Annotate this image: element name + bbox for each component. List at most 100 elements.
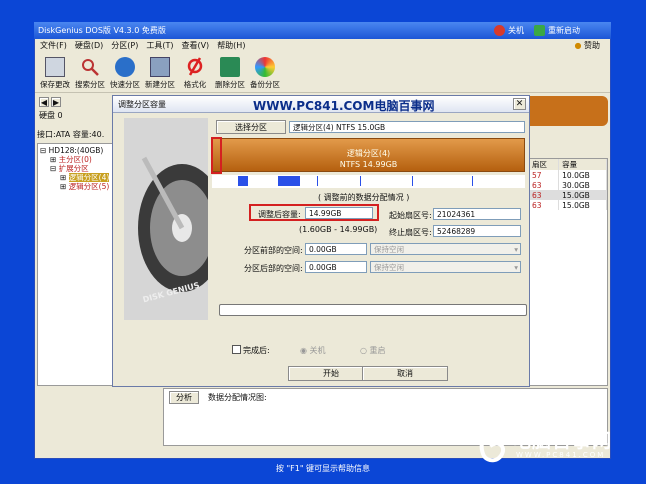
radio-restart-label: 重启 bbox=[369, 346, 386, 355]
tree-logical-5-label: 逻辑分区(5) bbox=[68, 182, 110, 191]
before-space-select[interactable]: 保持空闲 ▾ bbox=[370, 243, 521, 255]
partition-table: 扇区 容量 57 10.0GB 63 30.0GB 63 15.0GB 63 15.0G… bbox=[528, 158, 608, 386]
bar-label: 逻辑分区(4) bbox=[346, 149, 391, 158]
chevron-down-icon: ▾ bbox=[514, 245, 518, 254]
cell-capacity: 30.0GB bbox=[558, 180, 607, 190]
restart-icon bbox=[534, 25, 545, 36]
prev-disk-arrow-icon[interactable]: ◀ bbox=[39, 97, 49, 107]
format-button[interactable]: 格式化 bbox=[178, 57, 212, 90]
backup-partition-label: 备份分区 bbox=[250, 80, 280, 89]
brand-url: WWW.PC841.COM bbox=[516, 451, 606, 459]
watermark: 电脑百事网 WWW.PC841.COM bbox=[476, 420, 646, 470]
new-partition-button[interactable]: 新建分区 bbox=[143, 57, 177, 90]
start-sector-field: 21024361 bbox=[433, 208, 521, 220]
done-label: 完成后: bbox=[243, 346, 270, 355]
analyze-button[interactable]: 分析 bbox=[169, 391, 199, 404]
cancel-button[interactable]: 取消 bbox=[362, 366, 448, 381]
format-label: 格式化 bbox=[183, 80, 207, 89]
sponsor-link[interactable]: ● 赞助 bbox=[574, 39, 600, 53]
save-changes-label: 保存更改 bbox=[40, 80, 70, 89]
col-capacity[interactable]: 容量 bbox=[558, 159, 607, 170]
menu-file[interactable]: 文件(F) bbox=[40, 39, 67, 53]
menu-tools[interactable]: 工具(T) bbox=[146, 39, 173, 53]
tree-logical-5[interactable]: ⊞ 逻辑分区(5) bbox=[40, 182, 112, 191]
before-space-input[interactable]: 0.00GB bbox=[305, 243, 367, 255]
table-row[interactable]: 63 30.0GB bbox=[529, 180, 607, 190]
after-space-input[interactable]: 0.00GB bbox=[305, 261, 367, 273]
format-icon bbox=[185, 57, 205, 77]
table-row[interactable]: 57 10.0GB bbox=[529, 170, 607, 180]
disk-map-bar[interactable] bbox=[530, 96, 608, 126]
bar-sub: NTFS 14.99GB bbox=[339, 160, 398, 169]
quick-partition-icon bbox=[115, 57, 135, 77]
quick-partition-label: 快速分区 bbox=[110, 80, 140, 89]
done-checkbox[interactable] bbox=[232, 345, 241, 354]
shutdown-label: 关机 bbox=[508, 26, 524, 35]
end-sector-label: 终止扇区号: bbox=[389, 228, 432, 237]
shutdown-button[interactable]: 关机 bbox=[494, 22, 524, 39]
partition-bar[interactable]: 逻辑分区(4) NTFS 14.99GB bbox=[212, 138, 525, 172]
data-block bbox=[238, 176, 248, 186]
quick-partition-button[interactable]: 快速分区 bbox=[108, 57, 142, 90]
cell-capacity: 10.0GB bbox=[558, 170, 607, 180]
restart-button[interactable]: 重新启动 bbox=[534, 22, 580, 39]
cell-capacity: 15.0GB bbox=[558, 190, 607, 200]
tree-extended[interactable]: ⊟ 扩展分区 bbox=[40, 164, 112, 173]
save-changes-button[interactable]: 保存更改 bbox=[38, 57, 72, 90]
tree-primary[interactable]: ⊞ 主分区(0) bbox=[40, 155, 112, 164]
delete-partition-button[interactable]: 删除分区 bbox=[213, 57, 247, 90]
menu-bar: 文件(F) 硬盘(D) 分区(P) 工具(T) 查看(V) 帮助(H) ● 赞助 bbox=[35, 39, 610, 53]
next-disk-arrow-icon[interactable]: ▶ bbox=[51, 97, 61, 107]
dialog-titlebar: 调整分区容量 WWW.PC841.COM电脑百事网 ✕ bbox=[113, 96, 529, 113]
menu-disk[interactable]: 硬盘(D) bbox=[75, 39, 103, 53]
menu-partition[interactable]: 分区(P) bbox=[111, 39, 138, 53]
resize-input[interactable]: 14.99GB bbox=[305, 207, 373, 219]
tree-disk-label: HD128:(40GB) bbox=[48, 146, 104, 155]
range-text: (1.60GB - 14.99GB) bbox=[299, 225, 378, 234]
data-map bbox=[212, 175, 525, 188]
radio-restart[interactable]: ○ 重启 bbox=[360, 345, 386, 356]
progress-bar bbox=[219, 304, 527, 316]
data-block bbox=[278, 176, 300, 186]
menu-view[interactable]: 查看(V) bbox=[181, 39, 209, 53]
cell-capacity: 15.0GB bbox=[558, 200, 607, 210]
data-block bbox=[317, 176, 318, 186]
select-partition-button[interactable]: 选择分区 bbox=[216, 120, 286, 134]
col-sector[interactable]: 扇区 bbox=[529, 159, 560, 170]
radio-shutdown[interactable]: ◉ 关机 bbox=[300, 345, 326, 356]
window-title: DiskGenius DOS版 V4.3.0 免费版 bbox=[38, 26, 166, 35]
search-partition-button[interactable]: 搜索分区 bbox=[73, 57, 107, 90]
after-option-label: 保持空闲 bbox=[374, 263, 404, 272]
start-sector-label: 起始扇区号: bbox=[389, 211, 432, 220]
interface-text: 接口:ATA bbox=[37, 130, 71, 139]
after-space-select[interactable]: 保持空闲 ▾ bbox=[370, 261, 521, 273]
close-icon[interactable]: ✕ bbox=[513, 98, 526, 110]
cell-sector: 63 bbox=[529, 190, 560, 200]
tree-disk[interactable]: ⊟ HD128:(40GB) bbox=[40, 146, 112, 155]
disk-label: 硬盘 0 bbox=[39, 111, 63, 120]
table-row[interactable]: 63 15.0GB bbox=[529, 190, 607, 200]
tree-logical-4-label: 逻辑分区(4) bbox=[68, 173, 110, 182]
tree-primary-label: 主分区(0) bbox=[58, 155, 92, 164]
resize-handle[interactable] bbox=[211, 137, 222, 174]
selected-partition-field: 逻辑分区(4) NTFS 15.0GB bbox=[289, 121, 525, 133]
tree-logical-4[interactable]: ⊞ 逻辑分区(4) bbox=[40, 173, 112, 182]
search-icon bbox=[80, 57, 100, 77]
save-icon bbox=[45, 57, 65, 77]
toolbar: 保存更改 搜索分区 快速分区 新建分区 格式化 删除分区 备份分区 bbox=[35, 55, 610, 93]
disk-nav: ◀ ▶ 硬盘 0 bbox=[37, 96, 112, 126]
disk-info-line: 接口:ATA 容量:40. bbox=[37, 129, 117, 141]
brand-name: 电脑百事网 bbox=[512, 430, 613, 452]
radio-shutdown-label: 关机 bbox=[309, 346, 326, 355]
dialog-banner: WWW.PC841.COM电脑百事网 bbox=[253, 99, 435, 113]
menu-help[interactable]: 帮助(H) bbox=[217, 39, 245, 53]
data-block bbox=[472, 176, 473, 186]
before-option-label: 保持空闲 bbox=[374, 245, 404, 254]
backup-partition-button[interactable]: 备份分区 bbox=[248, 57, 282, 90]
cell-sector: 63 bbox=[529, 180, 560, 190]
trash-icon bbox=[220, 57, 240, 77]
cell-sector: 57 bbox=[529, 170, 560, 180]
table-row[interactable]: 63 15.0GB bbox=[529, 200, 607, 210]
search-partition-label: 搜索分区 bbox=[75, 80, 105, 89]
chevron-down-icon: ▾ bbox=[514, 263, 518, 272]
